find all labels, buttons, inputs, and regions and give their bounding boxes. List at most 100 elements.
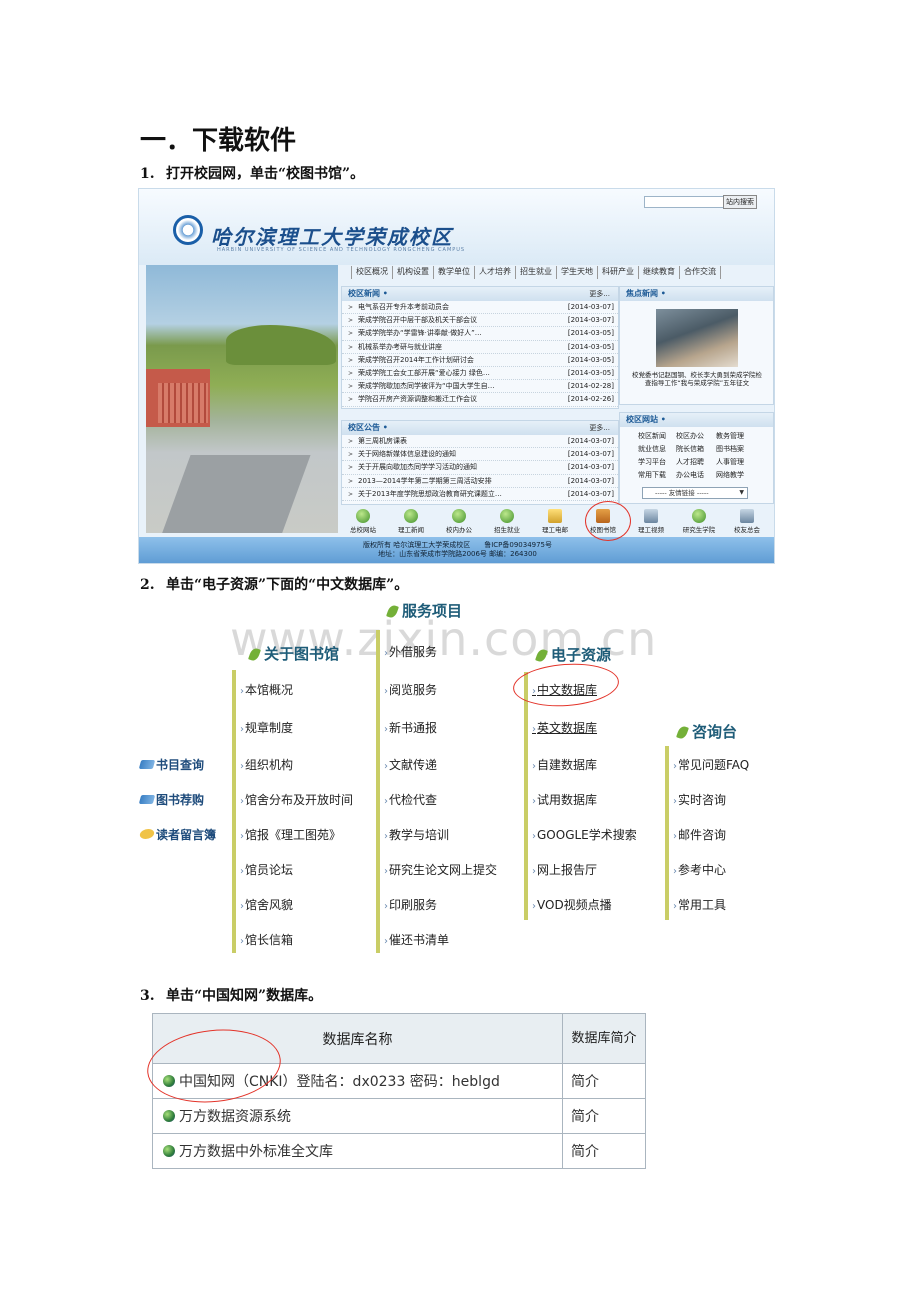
notice-item[interactable]: 关于网络新媒体信息建设的通知 [2014-03-07] [342, 448, 618, 462]
campus-link[interactable]: 教务管理 [716, 431, 754, 441]
notice-item-date: [2014-03-07] [567, 437, 614, 445]
campus-links-grid: 校区新闻 校区办公 教务管理 就业信息 院长信箱 图书档案 学习平台 人才招聘 … [638, 431, 754, 480]
nav-item[interactable]: 校区概况 [351, 266, 393, 279]
notices-more-link[interactable]: 更多... [589, 421, 610, 435]
database-intro-link[interactable]: 简介 [562, 1133, 646, 1169]
about-item[interactable]: 规章制度 [240, 719, 293, 736]
service-item[interactable]: 文献传递 [384, 756, 437, 773]
service-item[interactable]: 代检代查 [384, 791, 437, 808]
quick-link-email[interactable]: 理工电邮 [531, 507, 579, 537]
campus-link[interactable]: 办公电话 [676, 470, 716, 480]
news-item[interactable]: 荣成学院举办“学雷锋·讲奉献·做好人”… [2014-03-05] [342, 327, 618, 341]
site-subtitle: HARBIN UNIVERSITY OF SCIENCE AND TECHNOL… [217, 247, 466, 253]
campus-link[interactable]: 常用下载 [638, 470, 676, 480]
nav-item[interactable]: 合作交流 [680, 266, 721, 279]
friend-links-select[interactable]: ----- 友情链接 ----- [642, 487, 748, 499]
campus-link[interactable]: 校区办公 [676, 431, 716, 441]
consult-item[interactable]: 实时咨询 [673, 791, 726, 808]
nav-item[interactable]: 继续教育 [639, 266, 680, 279]
site-search-button[interactable]: 站内搜索 [723, 195, 757, 209]
database-intro-link[interactable]: 简介 [562, 1063, 646, 1099]
consult-item[interactable]: 常用工具 [673, 896, 726, 913]
notice-item[interactable]: 关于开展向歇加杰同学学习活动的通知 [2014-03-07] [342, 461, 618, 475]
news-more-link[interactable]: 更多... [589, 287, 610, 301]
consult-item[interactable]: 邮件咨询 [673, 826, 726, 843]
database-name-wanfang-standards[interactable]: 万方数据中外标准全文库 [152, 1133, 563, 1169]
quick-link-office[interactable]: 校内办公 [435, 507, 483, 537]
monitor-icon [644, 509, 658, 523]
photo-building-windows [158, 383, 208, 423]
consult-item[interactable]: 参考中心 [673, 861, 726, 878]
news-item[interactable]: 电气系召开专升本考前动员会 [2014-03-07] [342, 301, 618, 315]
about-column-bar [232, 670, 236, 953]
about-item[interactable]: 馆舍风貌 [240, 896, 293, 913]
quick-link-graduate[interactable]: 研究生学院 [675, 507, 723, 537]
campus-link[interactable]: 院长信箱 [676, 444, 716, 454]
book-recommend-link[interactable]: 图书荐购 [138, 791, 204, 808]
campus-link[interactable]: 学习平台 [638, 457, 676, 467]
eresource-item[interactable]: VOD视频点播 [532, 896, 612, 913]
eresource-item[interactable]: GOOGLE学术搜索 [532, 826, 637, 843]
database-intro-link[interactable]: 简介 [562, 1098, 646, 1134]
focus-news-caption[interactable]: 校党委书记赵国钢、校长李大勇到荣成学院检查指导工作“我与荣成学院”五年征文 [630, 371, 764, 387]
news-item[interactable]: 荣成学院召开中层干部及机关干部会议 [2014-03-07] [342, 314, 618, 328]
campus-link[interactable]: 人事管理 [716, 457, 754, 467]
notice-item[interactable]: 第三周机房课表 [2014-03-07] [342, 435, 618, 449]
notice-item[interactable]: 2013—2014学年第二学期第三周活动安排 [2014-03-07] [342, 475, 618, 488]
campus-link[interactable]: 网络教学 [716, 470, 754, 480]
news-item[interactable]: 荣成学院歇加杰同学被评为“中国大学生自… [2014-02-28] [342, 380, 618, 394]
service-item[interactable]: 新书通报 [384, 719, 437, 736]
eresource-item[interactable]: 网上报告厅 [532, 861, 597, 878]
about-item[interactable]: 组织机构 [240, 756, 293, 773]
nav-item[interactable]: 机构设置 [393, 266, 434, 279]
site-search-input[interactable] [644, 196, 724, 208]
service-item[interactable]: 教学与培训 [384, 826, 449, 843]
database-name-wanfang[interactable]: 万方数据资源系统 [152, 1098, 563, 1134]
column-header-intro: 数据库简介 [562, 1013, 646, 1064]
news-item-title: 荣成学院举办“学雷锋·讲奉献·做好人”… [358, 329, 482, 338]
focus-news-photo[interactable] [656, 309, 738, 367]
about-item[interactable]: 馆员论坛 [240, 861, 293, 878]
news-panel-title: 校区新闻 • [348, 289, 388, 298]
news-item[interactable]: 荣成学院工会女工部开展“爱心接力 绿色… [2014-03-05] [342, 367, 618, 381]
campus-link[interactable]: 人才招聘 [676, 457, 716, 467]
nav-item[interactable]: 教学单位 [434, 266, 475, 279]
database-name: 万方数据资源系统 [179, 1109, 291, 1125]
step-3: 3. 单击“中国知网”数据库。 [140, 985, 322, 1005]
notice-item-title: 第三周机房课表 [358, 437, 407, 445]
nav-item[interactable]: 学生天地 [557, 266, 598, 279]
campus-link[interactable]: 就业信息 [638, 444, 676, 454]
service-item[interactable]: 催还书清单 [384, 931, 449, 948]
catalog-search-link[interactable]: 书目查询 [138, 756, 204, 773]
news-item[interactable]: 荣成学院召开2014年工作计划研讨会 [2014-03-05] [342, 354, 618, 367]
news-item[interactable]: 学院召开房产资源调整和搬迁工作会议 [2014-02-26] [342, 393, 618, 407]
quick-link-main-site[interactable]: 总校网站 [339, 507, 387, 537]
quick-link-video[interactable]: 理工视频 [627, 507, 675, 537]
eresource-item[interactable]: 试用数据库 [532, 791, 597, 808]
about-item[interactable]: 馆报《理工图苑》 [240, 826, 341, 843]
nav-item[interactable]: 科研产业 [598, 266, 639, 279]
consult-item[interactable]: 常见问题FAQ [673, 756, 749, 773]
quick-link-news[interactable]: 理工新闻 [387, 507, 435, 537]
service-item[interactable]: 印刷服务 [384, 896, 437, 913]
quick-link-admissions[interactable]: 招生就业 [483, 507, 531, 537]
service-item[interactable]: 研究生论文网上提交 [384, 861, 497, 878]
service-item[interactable]: 阅览服务 [384, 681, 437, 698]
nav-item[interactable]: 人才培养 [475, 266, 516, 279]
quick-link-alumni[interactable]: 校友总会 [723, 507, 771, 537]
database-name: 万方数据中外标准全文库 [179, 1144, 333, 1160]
campus-link[interactable]: 校区新闻 [638, 431, 676, 441]
guestbook-link[interactable]: 读者留言簿 [138, 826, 216, 843]
english-database-link[interactable]: 英文数据库 [532, 719, 597, 736]
service-item[interactable]: 外借服务 [384, 643, 437, 660]
globe-icon [163, 1110, 175, 1122]
news-item[interactable]: 机械系举办考研与就业讲座 [2014-03-05] [342, 341, 618, 354]
eresource-item[interactable]: 自建数据库 [532, 756, 597, 773]
book-icon [138, 760, 156, 769]
about-item[interactable]: 馆舍分布及开放时间 [240, 791, 353, 808]
nav-item[interactable]: 招生就业 [516, 266, 557, 279]
about-item[interactable]: 本馆概况 [240, 681, 293, 698]
about-item[interactable]: 馆长信箱 [240, 931, 293, 948]
campus-link[interactable]: 图书档案 [716, 444, 754, 454]
notice-item[interactable]: 关于2013年度学院思想政治教育研究课题立… [2014-03-07] [342, 488, 618, 501]
